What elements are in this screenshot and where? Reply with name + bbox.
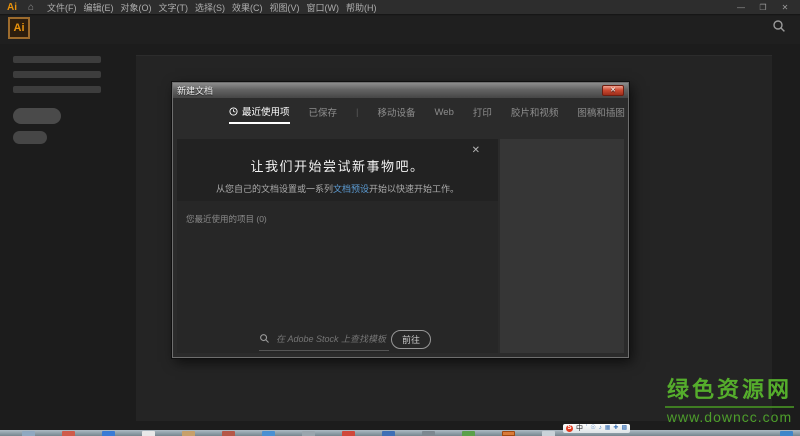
ime-emoji-icon[interactable]: ☉ — [590, 424, 595, 433]
skeleton-pill — [13, 108, 61, 124]
dialog-titlebar[interactable]: 新建文档 ✕ — [173, 83, 628, 98]
dialog-title: 新建文档 — [177, 84, 213, 97]
dialog-preset-detail-pane — [500, 139, 624, 353]
watermark: 绿色资源网 www.downcc.com — [665, 372, 794, 425]
tab-art-illustration[interactable]: 图稿和插图 — [577, 105, 625, 123]
menu-object[interactable]: 对象(O) — [121, 1, 152, 14]
taskbar-icon[interactable] — [382, 431, 395, 436]
stock-search-input[interactable]: 在 Adobe Stock 上查找模板 — [259, 332, 389, 351]
restore-button[interactable]: ❐ — [758, 3, 768, 12]
menu-select[interactable]: 选择(S) — [195, 1, 225, 14]
clock-icon — [229, 107, 238, 116]
skeleton-bar — [13, 86, 101, 93]
dialog-body: 最近使用项 已保存 | 移动设备 Web 打印 胶片和视频 图稿和插图 ✕ 让我… — [173, 98, 628, 357]
search-icon — [259, 333, 270, 344]
ime-mic-icon[interactable]: ♪ — [599, 424, 602, 433]
ime-keyboard-icon[interactable]: ▦ — [605, 424, 611, 433]
taskbar-icon[interactable] — [342, 431, 355, 436]
watermark-site-url: www.downcc.com — [665, 409, 794, 425]
taskbar-icon[interactable] — [142, 431, 155, 436]
ime-toolbar[interactable]: S 中 ’ ☉ ♪ ▦ ✚ ▩ — [563, 424, 630, 433]
search-icon[interactable] — [771, 18, 787, 39]
go-button[interactable]: 前往 — [391, 330, 431, 349]
banner-heading: 让我们开始尝试新事物吧。 — [177, 139, 498, 175]
tab-print[interactable]: 打印 — [473, 105, 492, 123]
ime-skin-icon[interactable]: ▩ — [621, 424, 627, 433]
skeleton-bar — [13, 71, 101, 78]
taskbar-icon[interactable] — [222, 431, 235, 436]
minimize-button[interactable]: — — [736, 3, 746, 12]
skeleton-bar — [13, 56, 101, 63]
banner-close-icon[interactable]: ✕ — [472, 145, 480, 156]
taskbar-icon[interactable] — [102, 431, 115, 436]
app-menubar: Ai ⌂ 文件(F) 编辑(E) 对象(O) 文字(T) 选择(S) 效果(C)… — [0, 0, 800, 15]
dialog-tabs: 最近使用项 已保存 | 移动设备 Web 打印 胶片和视频 图稿和插图 — [229, 104, 624, 124]
windows-taskbar[interactable] — [0, 430, 800, 436]
menu-view[interactable]: 视图(V) — [270, 1, 300, 14]
taskbar-icon[interactable] — [22, 431, 35, 436]
taskbar-icon[interactable] — [462, 431, 475, 436]
taskbar-icon[interactable] — [302, 431, 315, 436]
tray-icon[interactable] — [780, 431, 793, 436]
tab-recent[interactable]: 最近使用项 — [229, 104, 290, 124]
tab-saved[interactable]: 已保存 — [309, 105, 338, 123]
taskbar-icon[interactable] — [62, 431, 75, 436]
taskbar-icon[interactable] — [502, 431, 515, 436]
onboarding-banner: ✕ 让我们开始尝试新事物吧。 从您自己的文档设置或一系列文档预设开始以快速开始工… — [177, 139, 498, 201]
watermark-site-name: 绿色资源网 — [665, 372, 794, 408]
ime-punct-icon[interactable]: ’ — [586, 424, 587, 433]
menu-edit[interactable]: 编辑(E) — [84, 1, 114, 14]
stock-search-placeholder: 在 Adobe Stock 上查找模板 — [276, 332, 386, 345]
tab-film-video[interactable]: 胶片和视频 — [511, 105, 559, 123]
illustrator-window: Ai ⌂ 文件(F) 编辑(E) 对象(O) 文字(T) 选择(S) 效果(C)… — [0, 0, 800, 436]
menu-file[interactable]: 文件(F) — [47, 1, 77, 14]
taskbar-icon[interactable] — [542, 431, 555, 436]
app-logo: Ai — [7, 2, 17, 13]
menu-effect[interactable]: 效果(C) — [232, 1, 263, 14]
skeleton-pill — [13, 131, 47, 144]
tab-mobile[interactable]: 移动设备 — [378, 105, 416, 123]
document-presets-link[interactable]: 文档预设 — [333, 184, 369, 194]
new-document-dialog: 新建文档 ✕ 最近使用项 已保存 | 移动设备 Web 打印 胶片和视频 — [172, 82, 629, 358]
tab-web[interactable]: Web — [435, 107, 454, 122]
menu-help[interactable]: 帮助(H) — [346, 1, 377, 14]
home-icon[interactable]: ⌂ — [28, 2, 34, 13]
stock-search-row: 在 Adobe Stock 上查找模板 前往 — [177, 329, 498, 351]
close-button[interactable]: ✕ — [780, 3, 790, 12]
ime-toolbox-icon[interactable]: ✚ — [613, 424, 618, 433]
sogou-icon[interactable]: S — [566, 425, 573, 432]
illustrator-app-icon[interactable]: Ai — [8, 17, 30, 39]
ime-mode-indicator[interactable]: 中 — [576, 424, 583, 433]
dialog-left-pane: ✕ 让我们开始尝试新事物吧。 从您自己的文档设置或一系列文档预设开始以快速开始工… — [177, 139, 498, 353]
taskbar-icon[interactable] — [262, 431, 275, 436]
menu-window[interactable]: 窗口(W) — [307, 1, 340, 14]
dialog-close-button[interactable]: ✕ — [602, 85, 624, 96]
recent-items-label: 您最近使用的项目 (0) — [186, 213, 267, 225]
dialog-content: ✕ 让我们开始尝试新事物吧。 从您自己的文档设置或一系列文档预设开始以快速开始工… — [177, 139, 624, 353]
window-controls: — ❐ ✕ — [736, 3, 800, 12]
taskbar-icon[interactable] — [422, 431, 435, 436]
app-toolbar: Ai — [0, 16, 800, 44]
taskbar-icon[interactable] — [182, 431, 195, 436]
menu-type[interactable]: 文字(T) — [159, 1, 189, 14]
banner-subtext: 从您自己的文档设置或一系列文档预设开始以快速开始工作。 — [177, 182, 498, 195]
tab-divider: | — [356, 107, 358, 122]
